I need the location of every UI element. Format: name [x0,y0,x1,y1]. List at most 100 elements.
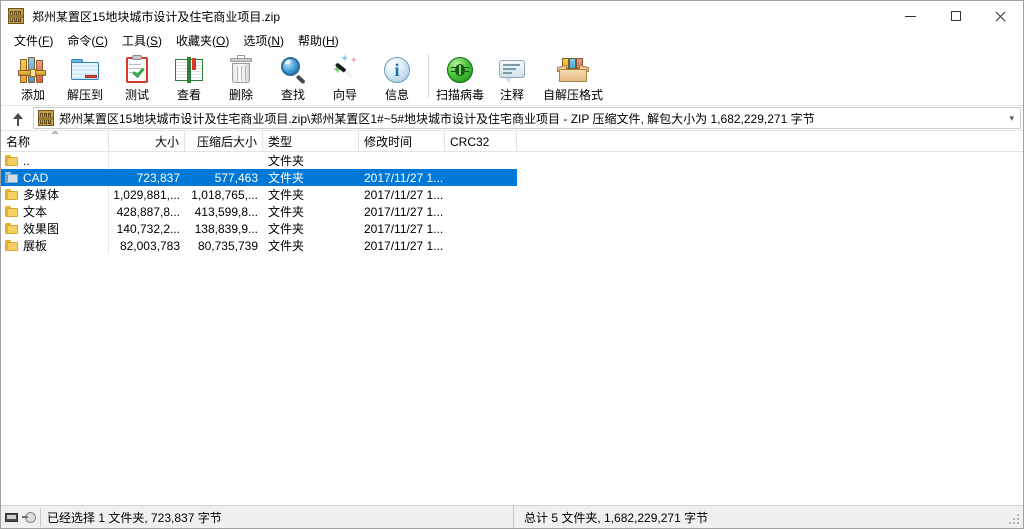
window-title: 郑州某置区15地块城市设计及住宅商业项目.zip [32,9,281,24]
maximize-button[interactable] [933,1,978,31]
table-row[interactable]: 文本 428,887,8... 413,599,8... 文件夹 2017/11… [1,203,517,220]
table-row[interactable]: 展板 82,003,783 80,735,739 文件夹 2017/11/27 … [1,237,517,254]
toolbar-delete-button[interactable]: 删除 [215,52,267,104]
toolbar-info-button[interactable]: i 信息 [371,52,423,104]
folder-icon [5,239,18,252]
cell-packed: 413,599,8... [194,204,258,219]
toolbar-test-button[interactable]: 测试 [111,52,163,104]
file-rows: .. 文件夹 CAD 723,837 577,463 文件夹 2017/11/2… [1,152,1023,254]
column-header-modified-label: 修改时间 [364,135,413,149]
key-icon[interactable] [22,511,36,523]
row-name-text: 效果图 [23,222,60,236]
extract-to-folder-icon [69,54,101,86]
chevron-down-icon[interactable]: ▾ [1009,108,1014,128]
cell-crc32 [445,220,517,237]
folder-icon [5,205,18,218]
toolbar-separator [428,54,429,98]
row-name-text: .. [23,153,30,168]
menu-tools[interactable]: 工具(S) [115,31,169,51]
menu-favorites-label: 收藏夹( [176,33,217,48]
file-list-panel: 名称 大小 压缩后大小 类型 修改时间 CRC32 .. 文件夹 CAD 723… [1,130,1023,505]
row-name-text: 展板 [23,239,48,253]
menu-commands-tail: ) [104,33,109,48]
toolbar-find-label: 查找 [280,88,305,102]
status-selection-text: 已经选择 1 文件夹, 723,837 字节 [47,510,222,525]
address-path-field[interactable]: 郑州某置区15地块城市设计及住宅商业项目.zip\郑州某置区1#~5#地块城市设… [33,107,1021,129]
winrar-archive-icon [8,8,24,24]
cell-size: 1,029,881,... [113,187,180,202]
toolbar-extract-button[interactable]: 解压到 [59,52,111,104]
column-header-name[interactable]: 名称 [1,131,109,152]
add-archive-icon [17,54,49,86]
toolbar-wizard-button[interactable]: ✦ ✦ ✦ 向导 [319,52,371,104]
toolbar-sfx-button[interactable]: 自解压格式 [538,52,608,104]
resize-grip[interactable] [1009,514,1021,526]
table-row[interactable]: .. 文件夹 [1,152,517,169]
cell-modified: 2017/11/27 1... [364,221,444,236]
toolbar-view-button[interactable]: 查看 [163,52,215,104]
toolbar-wizard-label: 向导 [332,88,357,102]
menu-commands[interactable]: 命令(C) [60,31,115,51]
column-header-size[interactable]: 大小 [109,131,185,152]
cell-name: 文本 [1,203,109,220]
column-header-modified[interactable]: 修改时间 [359,131,445,152]
table-row[interactable]: CAD 723,837 577,463 文件夹 2017/11/27 1... [1,169,517,186]
up-one-level-button[interactable] [3,107,33,129]
toolbar-delete-label: 删除 [228,88,253,102]
winrar-window: 郑州某置区15地块城市设计及住宅商业项目.zip 文件(F) 命令(C) 工具(… [0,0,1024,529]
view-book-icon [173,54,205,86]
column-header-crc32[interactable]: CRC32 [445,131,517,152]
column-header-name-label: 名称 [6,135,31,149]
toolbar-comment-button[interactable]: 注释 [486,52,538,104]
cell-size: 82,003,783 [119,238,180,253]
table-row[interactable]: 效果图 140,732,2... 138,839,9... 文件夹 2017/1… [1,220,517,237]
menu-favorites[interactable]: 收藏夹(O) [169,31,236,51]
cell-crc32 [445,186,517,203]
status-separator [40,507,41,527]
cell-crc32 [445,152,517,169]
virus-scan-icon [444,54,476,86]
cell-name: 多媒体 [1,186,109,203]
minimize-icon [905,15,916,17]
cell-modified: 2017/11/27 1... [364,187,444,202]
toolbar-add-button[interactable]: 添加 [7,52,59,104]
cell-crc32 [445,203,517,220]
toolbar-sfx-label: 自解压格式 [542,88,603,102]
cell-type: 文件夹 [268,222,305,236]
toolbar-info-label: 信息 [384,88,409,102]
folder-icon [5,188,18,201]
row-name-text: 文本 [23,205,48,219]
menu-options[interactable]: 选项(N) [236,31,291,51]
toolbar-comment-label: 注释 [499,88,524,102]
cell-size: 140,732,2... [116,221,180,236]
minimize-button[interactable] [888,1,933,31]
folder-icon [5,171,18,184]
column-header-type[interactable]: 类型 [263,131,359,152]
folder-icon [5,154,18,167]
sfx-box-icon [557,54,589,86]
table-row[interactable]: 多媒体 1,029,881,... 1,018,765,... 文件夹 2017… [1,186,517,203]
toolbar-extract-label: 解压到 [66,88,103,102]
cell-packed [185,152,263,169]
toolbar-find-button[interactable]: 查找 [267,52,319,104]
cell-packed: 80,735,739 [197,238,258,253]
menu-file[interactable]: 文件(F) [7,31,60,51]
cell-modified: 2017/11/27 1... [364,238,444,253]
cell-packed: 1,018,765,... [191,187,258,202]
cell-size: 428,887,8... [116,204,180,219]
menu-favorites-accel: O [216,33,226,48]
close-button[interactable] [978,1,1023,31]
cell-name: 展板 [1,237,109,254]
cell-name: .. [1,152,109,169]
menu-commands-accel: C [95,33,105,48]
info-circle-icon: i [381,54,413,86]
close-icon [995,11,1006,22]
menu-help[interactable]: 帮助(H) [291,31,346,51]
drive-icon[interactable] [5,512,18,522]
column-header-packed[interactable]: 压缩后大小 [185,131,263,152]
menu-file-label: 文件( [14,33,42,48]
column-header-type-label: 类型 [268,135,293,149]
test-clipboard-icon [121,54,153,86]
toolbar-virusscan-button[interactable]: 扫描病毒 [434,52,486,104]
cell-size: 723,837 [136,170,180,185]
